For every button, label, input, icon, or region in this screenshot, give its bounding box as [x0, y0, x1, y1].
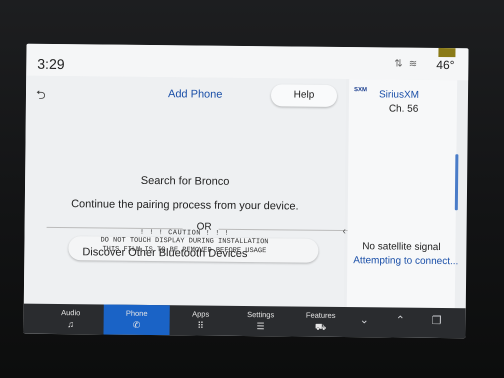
tab-phone-label: Phone: [125, 308, 148, 318]
vehicle-icon: ⛟: [314, 321, 327, 332]
chevron-left-icon[interactable]: ‹: [343, 226, 346, 237]
channel-number: Ch. 56: [388, 103, 419, 115]
add-phone-panel: ⮌ Add Phone Help Search for Bronco Conti…: [23, 75, 355, 308]
phone-icon: ✆: [132, 319, 141, 330]
help-button[interactable]: Help: [270, 84, 338, 107]
back-icon[interactable]: ⮌: [36, 86, 46, 107]
panel-scroll-indicator[interactable]: [454, 154, 459, 211]
source-title: SiriusXM: [378, 89, 420, 101]
clock: 3:29: [37, 55, 65, 73]
tab-features-label: Features: [305, 310, 336, 320]
connection-status: Attempting to connect...: [353, 255, 459, 268]
chevron-up-icon[interactable]: ⌃: [396, 314, 405, 327]
tab-phone[interactable]: Phone ✆: [103, 304, 170, 336]
touch-screen: 3:29 ⇅ ≋ 46° ⮌ Add Phone Help Search for …: [23, 43, 469, 339]
wifi-icon: ≋: [408, 58, 418, 70]
outside-temperature: 46°: [436, 57, 455, 73]
music-note-icon: ♫: [67, 319, 75, 330]
tab-settings-label: Settings: [247, 310, 275, 320]
protective-film-tab: [438, 48, 456, 58]
tab-apps-label: Apps: [192, 309, 210, 319]
tab-audio-label: Audio: [61, 308, 81, 318]
multitask-icon[interactable]: ❐: [432, 314, 442, 327]
page-title: Add Phone: [167, 88, 223, 101]
tab-settings[interactable]: Settings ☰: [231, 306, 289, 337]
apps-grid-icon: ⠿: [197, 320, 204, 331]
settings-sliders-icon: ☰: [256, 321, 265, 332]
tab-features[interactable]: Features ⛟: [291, 306, 349, 337]
bottom-nav-bar: Audio ♫ Phone ✆ Apps ⠿ Settings ☰ Featur…: [23, 303, 466, 339]
signal-arrows-icon: ⇅: [394, 58, 403, 70]
pairing-instruction: Continue the pairing process from your d…: [71, 198, 299, 213]
tab-apps[interactable]: Apps ⠿: [171, 305, 229, 336]
signal-message: No satellite signal: [362, 241, 441, 254]
search-status-text: Search for Bronco: [140, 174, 230, 188]
siriusxm-panel[interactable]: SXM SiriusXM Ch. 56 No satellite signal …: [346, 79, 459, 309]
siriusxm-logo: SXM: [354, 87, 368, 94]
tab-audio[interactable]: Audio ♫: [41, 304, 99, 335]
chevron-down-icon[interactable]: ⌄: [360, 313, 369, 326]
status-bar: 3:29 ⇅ ≋ 46°: [26, 43, 469, 81]
status-icons: ⇅ ≋: [394, 59, 423, 70]
